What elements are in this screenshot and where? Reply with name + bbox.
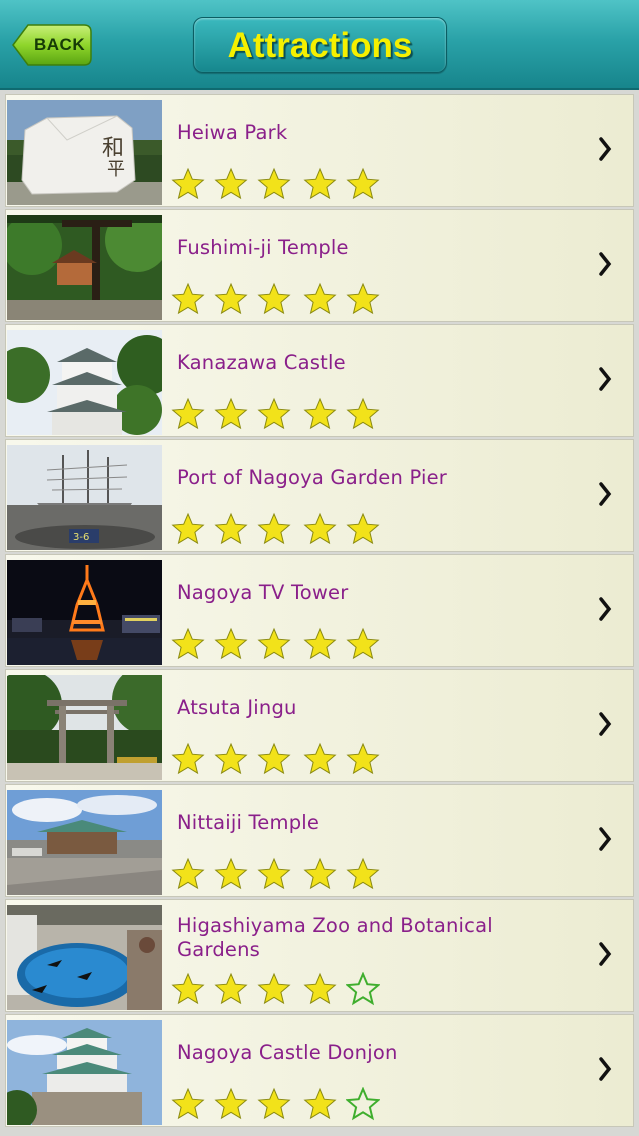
star-filled-icon [346, 167, 380, 200]
star-filled-icon [303, 857, 337, 890]
stone-monument-photo: 和 平 [7, 100, 162, 205]
star-filled-icon [214, 742, 248, 775]
star-filled-icon [257, 742, 291, 775]
page-title: Attractions [227, 26, 413, 65]
star-filled-icon [257, 972, 291, 1005]
list-item[interactable]: Nittaiji Temple [5, 784, 634, 897]
chevron-right-icon [599, 482, 612, 506]
list-item[interactable]: Nagoya Castle Donjon [5, 1014, 634, 1127]
sailing-ship-photo: 3-6 [7, 445, 162, 550]
attraction-name: Higashiyama Zoo and Botanical Gardens [177, 914, 493, 961]
star-filled-icon [257, 282, 291, 315]
attraction-name: Nagoya TV Tower [177, 581, 349, 604]
star-filled-icon [171, 742, 205, 775]
list-item[interactable]: Nagoya TV Tower [5, 554, 634, 667]
star-filled-icon [214, 397, 248, 430]
svg-text:3-6: 3-6 [73, 532, 89, 543]
star-filled-icon [171, 1087, 205, 1120]
star-filled-icon [171, 512, 205, 545]
svg-text:和: 和 [102, 136, 124, 161]
chevron-right-icon [599, 137, 612, 161]
star-filled-icon [303, 512, 337, 545]
chevron-right-icon [599, 597, 612, 621]
star-filled-icon [346, 512, 380, 545]
chevron-right-icon [599, 827, 612, 851]
star-filled-icon [214, 972, 248, 1005]
svg-text:平: 平 [107, 159, 125, 180]
attraction-name: Nagoya Castle Donjon [177, 1041, 398, 1064]
chevron-right-icon [599, 367, 612, 391]
star-filled-icon [346, 627, 380, 660]
attraction-name: Heiwa Park [177, 121, 288, 144]
star-filled-icon [257, 627, 291, 660]
star-filled-icon [214, 512, 248, 545]
star-filled-icon [346, 397, 380, 430]
star-filled-icon [257, 1087, 291, 1120]
star-filled-icon [346, 742, 380, 775]
star-filled-icon [214, 167, 248, 200]
torii-gate-photo [7, 675, 162, 780]
list-item[interactable]: 3-6 Port of Nagoya Garden Pier [5, 439, 634, 552]
star-filled-icon [171, 857, 205, 890]
chevron-right-icon [599, 252, 612, 276]
attraction-name: Port of Nagoya Garden Pier [177, 466, 448, 489]
star-filled-icon [214, 627, 248, 660]
star-filled-icon [171, 167, 205, 200]
star-filled-icon [171, 397, 205, 430]
star-filled-icon [257, 167, 291, 200]
star-filled-icon [214, 1087, 248, 1120]
star-filled-icon [303, 282, 337, 315]
star-filled-icon [214, 857, 248, 890]
list-item[interactable]: Higashiyama Zoo and Botanical Gardens [5, 899, 634, 1012]
castle-photo [7, 330, 162, 435]
title-panel: Attractions [193, 17, 447, 73]
star-filled-icon [346, 857, 380, 890]
star-filled-icon [303, 627, 337, 660]
back-button[interactable]: BACK [12, 23, 92, 67]
star-filled-icon [257, 857, 291, 890]
star-filled-icon [257, 512, 291, 545]
star-filled-icon [214, 282, 248, 315]
attraction-name: Nittaiji Temple [177, 811, 320, 834]
star-filled-icon [171, 972, 205, 1005]
star-filled-icon [257, 397, 291, 430]
star-outline-icon [346, 972, 380, 1006]
star-filled-icon [303, 397, 337, 430]
top-navigation-bar: BACK Attractions [0, 0, 639, 90]
attraction-name: Atsuta Jingu [177, 696, 297, 719]
star-filled-icon [346, 282, 380, 315]
list-item[interactable]: 和 平 Heiwa Park [5, 94, 634, 207]
zoo-pool-photo [7, 905, 162, 1010]
star-filled-icon [303, 972, 337, 1005]
star-filled-icon [171, 627, 205, 660]
attraction-name: Kanazawa Castle [177, 351, 346, 374]
chevron-right-icon [599, 1057, 612, 1081]
back-button-label: BACK [34, 35, 86, 54]
chevron-right-icon [599, 942, 612, 966]
chevron-right-icon [599, 712, 612, 736]
tv-tower-night-photo [7, 560, 162, 665]
star-outline-icon [346, 1087, 380, 1121]
star-filled-icon [303, 742, 337, 775]
attraction-name: Fushimi-ji Temple [177, 236, 349, 259]
temple-plaza-photo [7, 790, 162, 895]
temple-garden-photo [7, 215, 162, 320]
castle-donjon-photo [7, 1020, 162, 1125]
list-item[interactable]: Fushimi-ji Temple [5, 209, 634, 322]
list-item[interactable]: Kanazawa Castle [5, 324, 634, 437]
list-item[interactable]: Atsuta Jingu [5, 669, 634, 782]
star-filled-icon [171, 282, 205, 315]
star-filled-icon [303, 167, 337, 200]
star-filled-icon [303, 1087, 337, 1120]
